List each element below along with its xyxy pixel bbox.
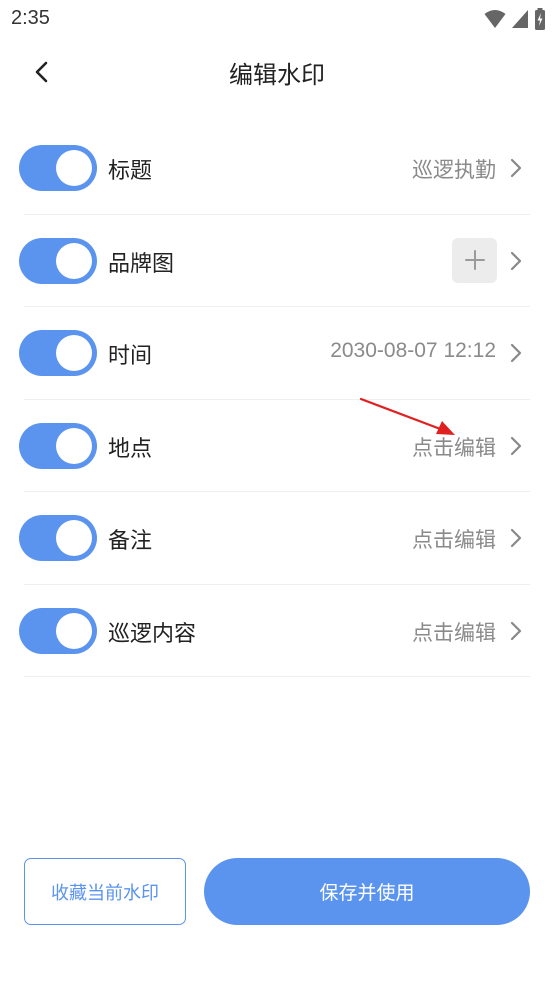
chevron-right-icon: [510, 621, 522, 640]
chevron-right-icon: [510, 343, 522, 363]
favorite-watermark-button[interactable]: 收藏当前水印: [24, 858, 186, 925]
row-location[interactable]: 地点 点击编辑: [0, 400, 554, 493]
toggle-knob: [56, 612, 92, 649]
watermark-fields-list: 标题 巡逻执勤 品牌图 时间 2030-08-07 12:12 地点 点击编辑: [0, 122, 554, 677]
row-brand-image[interactable]: 品牌图: [0, 215, 554, 308]
toggle-knob: [56, 242, 92, 279]
chevron-right-icon: [510, 251, 522, 270]
row-value: 点击编辑: [412, 528, 496, 552]
title-toggle[interactable]: [19, 145, 97, 191]
row-value: 2030-08-07 12:12: [330, 339, 496, 362]
toggle-knob: [56, 427, 92, 464]
row-label: 备注: [108, 529, 153, 554]
chevron-right-icon: [510, 158, 522, 178]
status-icons: [484, 8, 546, 30]
row-value: 点击编辑: [412, 435, 496, 460]
toggle-knob: [56, 150, 92, 186]
page-title: 编辑水印: [229, 61, 325, 89]
row-patrol-content[interactable]: 巡逻内容 点击编辑: [0, 585, 554, 678]
row-value: 点击编辑: [412, 620, 496, 645]
wifi-icon: [484, 10, 506, 28]
time-toggle[interactable]: [19, 330, 97, 376]
chevron-right-icon: [510, 528, 522, 548]
row-remark[interactable]: 备注 点击编辑: [0, 492, 554, 585]
row-label: 地点: [108, 436, 153, 462]
status-bar: 2:35: [0, 0, 554, 38]
chevron-right-icon: [510, 436, 522, 455]
remark-toggle[interactable]: [19, 515, 97, 561]
patrol-content-toggle[interactable]: [19, 607, 97, 654]
row-time[interactable]: 时间 2030-08-07 12:12: [0, 307, 554, 400]
toggle-knob: [56, 335, 92, 371]
brand-image-toggle[interactable]: [19, 237, 97, 284]
row-label: 时间: [108, 344, 153, 369]
row-title[interactable]: 标题 巡逻执勤: [0, 122, 554, 215]
plus-icon: [464, 250, 485, 270]
row-label: 标题: [108, 159, 153, 184]
row-label: 巡逻内容: [108, 621, 197, 647]
row-value: 巡逻执勤: [412, 158, 496, 182]
location-toggle[interactable]: [19, 422, 97, 469]
toggle-knob: [56, 520, 92, 556]
header: 编辑水印: [0, 40, 554, 104]
signal-icon: [512, 10, 528, 28]
save-and-use-button[interactable]: 保存并使用: [204, 858, 530, 925]
battery-icon: [535, 8, 545, 30]
status-time: 2:35: [11, 7, 50, 29]
row-label: 品牌图: [108, 251, 175, 277]
watermark-editor-screen: 2:35 编辑水印 标题 巡逻执勤 品牌图 时间 2030-08-07 12:1…: [0, 0, 554, 984]
add-brand-image-button[interactable]: [452, 237, 497, 283]
